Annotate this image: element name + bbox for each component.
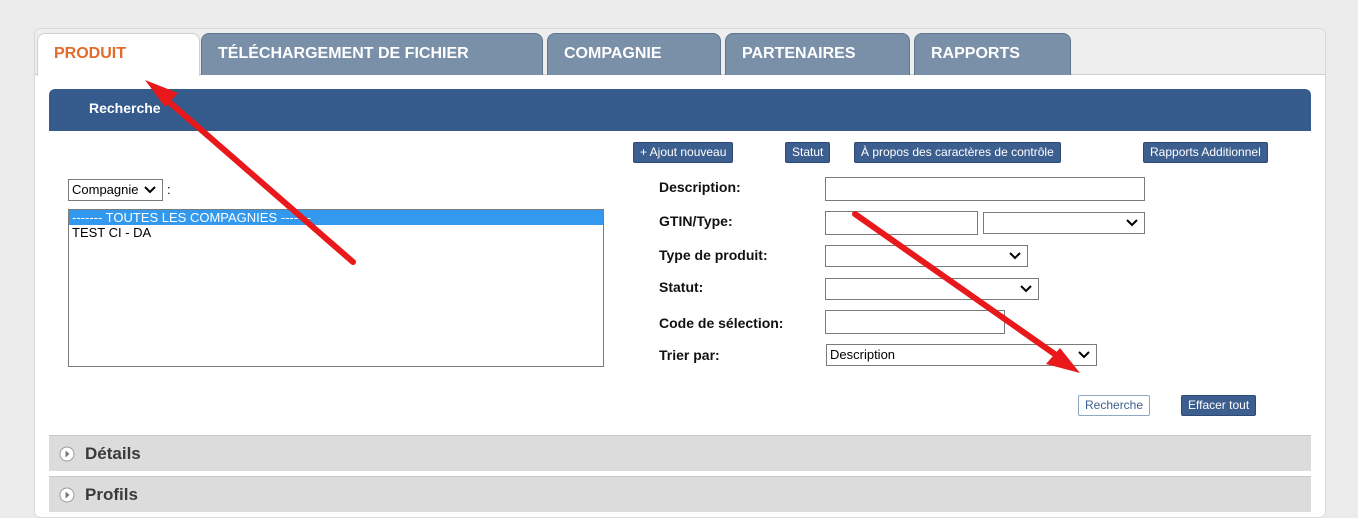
product-type-select[interactable]	[825, 245, 1028, 267]
tab-label: RAPPORTS	[931, 45, 1020, 62]
add-new-button[interactable]: + Ajout nouveau	[633, 142, 734, 163]
sort-label: Trier par:	[659, 347, 720, 363]
search-band-title: Recherche	[89, 100, 161, 116]
description-label: Description:	[659, 179, 741, 195]
status-select[interactable]	[825, 278, 1039, 300]
section-details-label: Détails	[85, 444, 141, 463]
clear-all-button[interactable]: Effacer tout	[1181, 395, 1257, 416]
additional-reports-label: Rapports Additionnel	[1150, 145, 1261, 159]
add-new-label: + Ajout nouveau	[640, 145, 727, 159]
tab-label: PARTENAIRES	[742, 45, 856, 62]
about-check-chars-button[interactable]: À propos des caractères de contrôle	[854, 142, 1061, 163]
tab-label: PRODUIT	[54, 45, 126, 62]
search-button-label: Recherche	[1085, 398, 1144, 412]
section-details[interactable]: Détails	[49, 435, 1311, 471]
status-label: Statut:	[659, 279, 704, 295]
search-panel: + Ajout nouveau Statut À propos des cara…	[49, 131, 1311, 433]
status-button[interactable]: Statut	[785, 142, 831, 163]
selection-code-field[interactable]	[825, 310, 1005, 334]
tab-produit[interactable]: PRODUIT	[37, 33, 200, 76]
section-profils[interactable]: Profils	[49, 476, 1311, 512]
chevron-down-icon	[1020, 285, 1032, 293]
gtin-field[interactable]	[825, 211, 978, 235]
list-item-label: TEST CI - DA	[72, 225, 152, 240]
company-listbox[interactable]: ------- TOUTES LES COMPAGNIES ------- TE…	[68, 209, 604, 367]
list-item[interactable]: ------- TOUTES LES COMPAGNIES -------	[69, 210, 603, 225]
tab-label: TÉLÉCHARGEMENT DE FICHIER	[218, 45, 469, 62]
tab-bar: PRODUIT TÉLÉCHARGEMENT DE FICHIER COMPAG…	[35, 29, 1325, 76]
chevron-down-icon	[1009, 252, 1021, 260]
search-button[interactable]: Recherche	[1078, 395, 1151, 416]
description-field[interactable]	[825, 177, 1145, 201]
company-filter-select[interactable]: Compagnie	[68, 179, 163, 201]
gtin-label: GTIN/Type:	[659, 213, 733, 229]
sort-value: Description	[830, 347, 896, 362]
gtin-type-select[interactable]	[983, 212, 1145, 234]
section-profils-label: Profils	[85, 485, 138, 504]
list-item[interactable]: TEST CI - DA	[69, 225, 603, 240]
search-band: Recherche	[49, 89, 1311, 131]
filter-colon: :	[167, 182, 171, 197]
tab-partenaires[interactable]: PARTENAIRES	[725, 33, 910, 75]
sort-select[interactable]: Description	[826, 344, 1097, 366]
chevron-down-icon	[144, 186, 156, 194]
clear-all-label: Effacer tout	[1188, 398, 1250, 412]
tab-rapports[interactable]: RAPPORTS	[914, 33, 1071, 75]
main-frame: PRODUIT TÉLÉCHARGEMENT DE FICHIER COMPAG…	[34, 28, 1326, 518]
chevron-down-icon	[1078, 351, 1090, 359]
tab-compagnie[interactable]: COMPAGNIE	[547, 33, 721, 75]
status-button-label: Statut	[792, 145, 824, 159]
selection-code-label: Code de sélection:	[659, 315, 784, 331]
about-check-chars-label: À propos des caractères de contrôle	[861, 145, 1054, 159]
product-type-label: Type de produit:	[659, 247, 768, 263]
expand-arrow-icon	[59, 446, 75, 462]
list-item-label: ------- TOUTES LES COMPAGNIES -------	[72, 210, 312, 225]
company-filter-value: Compagnie	[72, 182, 139, 197]
tab-telechargement[interactable]: TÉLÉCHARGEMENT DE FICHIER	[201, 33, 543, 75]
expand-arrow-icon	[59, 487, 75, 503]
tab-label: COMPAGNIE	[564, 45, 662, 62]
additional-reports-button[interactable]: Rapports Additionnel	[1143, 142, 1268, 163]
chevron-down-icon	[1126, 219, 1138, 227]
